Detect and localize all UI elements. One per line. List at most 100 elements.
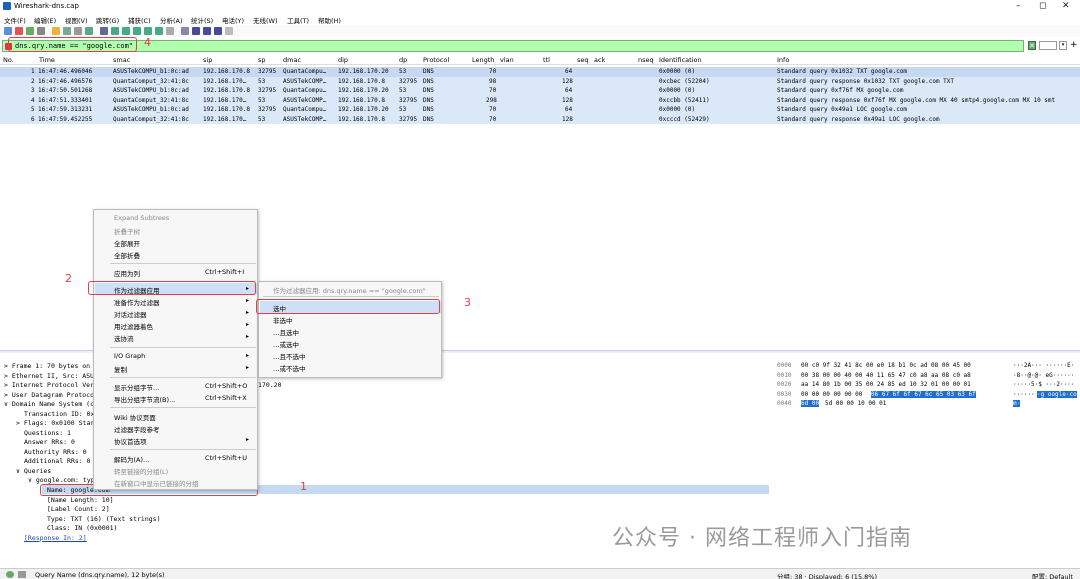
col-header-dmac[interactable]: dmac bbox=[283, 56, 301, 64]
menu-item-prepare-as-filter[interactable]: 准备作为过滤器 bbox=[114, 297, 160, 307]
save-file-icon[interactable] bbox=[63, 27, 71, 35]
capture-options-icon[interactable] bbox=[37, 27, 45, 35]
tree-item[interactable]: ∨ Domain Name System (c bbox=[4, 400, 94, 408]
menu-statistics[interactable]: 统计(S) bbox=[191, 15, 213, 25]
submenu-item-or-selected[interactable]: …或选中 bbox=[273, 339, 299, 349]
go-to-packet-icon[interactable] bbox=[133, 27, 141, 35]
display-filter-input[interactable]: dns.qry.name == "google.com" bbox=[2, 40, 1024, 52]
maximize-icon[interactable]: ◻ bbox=[1039, 1, 1046, 11]
tree-item[interactable]: Authority RRs: 0 bbox=[24, 448, 87, 456]
menu-item-filter-field-reference[interactable]: 过滤器字段参考 bbox=[114, 424, 160, 434]
col-header-smac[interactable]: smac bbox=[113, 56, 130, 64]
response-link[interactable]: [Response In: 2] bbox=[24, 534, 87, 542]
menu-telephony[interactable]: 电话(Y) bbox=[222, 15, 244, 25]
submenu-item-and-not-selected[interactable]: …且不选中 bbox=[273, 351, 306, 361]
menu-item-wiki-protocol-page[interactable]: Wiki 协议页面 bbox=[114, 412, 156, 422]
tree-item[interactable]: [Label Count: 2] bbox=[47, 505, 110, 513]
colorize-icon[interactable] bbox=[181, 27, 189, 35]
menu-item-export-packet-bytes[interactable]: 导出分组字节流(B)... bbox=[114, 394, 175, 404]
menu-item-show-packet-bytes[interactable]: 显示分组字节... bbox=[114, 382, 159, 392]
autoscroll-icon[interactable] bbox=[166, 27, 174, 35]
menu-item-collapse-subtrees[interactable]: 折叠子树 bbox=[114, 226, 140, 236]
packet-row[interactable]: 3 16:47:50.501268 ASUSTekCOMPU_b1:0c:ad … bbox=[0, 86, 1080, 96]
minimize-icon[interactable]: – bbox=[1016, 1, 1021, 11]
menu-item-apply-as-column[interactable]: 应用为列 bbox=[114, 268, 140, 278]
packet-row[interactable]: 6 16:47:59.452255 QuantaComput_32:41:8c … bbox=[0, 114, 1080, 124]
close-file-icon[interactable] bbox=[74, 27, 82, 35]
tree-item[interactable]: > Frame 1: 70 bytes on bbox=[4, 362, 90, 370]
menu-item-follow[interactable]: 选协流 bbox=[114, 333, 134, 343]
tree-item[interactable]: [Name Length: 10] bbox=[47, 496, 114, 504]
add-filter-button-icon[interactable]: + bbox=[1070, 40, 1078, 50]
col-header-vlan[interactable]: vlan bbox=[500, 56, 514, 64]
zoom-in-icon[interactable] bbox=[192, 27, 200, 35]
open-file-icon[interactable] bbox=[52, 27, 60, 35]
menu-view[interactable]: 视图(V) bbox=[65, 15, 88, 25]
normal-size-icon[interactable] bbox=[214, 27, 222, 35]
tree-item[interactable]: Type: TXT (16) (Text strings) bbox=[47, 515, 161, 523]
col-header-sip[interactable]: sip bbox=[203, 56, 212, 64]
zoom-out-icon[interactable] bbox=[203, 27, 211, 35]
col-header-sp[interactable]: sp bbox=[258, 56, 266, 64]
clear-filter-icon[interactable]: ✕ bbox=[1028, 41, 1036, 50]
shark-fin-start-icon[interactable] bbox=[4, 27, 12, 35]
tree-item[interactable]: Additional RRs: 0 bbox=[24, 457, 91, 465]
col-header-dp[interactable]: dp bbox=[399, 56, 407, 64]
tree-item[interactable]: > Internet Protocol Ver bbox=[4, 381, 94, 389]
tree-item[interactable]: > Ethernet II, Src: ASU bbox=[4, 372, 94, 380]
packet-row[interactable]: 5 16:47:59.313231 ASUSTekCOMPU_b1:0c:ad … bbox=[0, 105, 1080, 115]
col-header-ack[interactable]: ack bbox=[594, 56, 605, 64]
menu-capture[interactable]: 捕获(C) bbox=[128, 15, 151, 25]
col-header-protocol[interactable]: Protocol bbox=[423, 56, 449, 64]
last-packet-icon[interactable] bbox=[155, 27, 163, 35]
menu-item-copy[interactable]: 复制 bbox=[114, 364, 127, 374]
menu-tools[interactable]: 工具(T) bbox=[287, 15, 309, 25]
menu-go[interactable]: 跳转(G) bbox=[96, 15, 119, 25]
col-header-time[interactable]: Time bbox=[39, 56, 55, 64]
menu-item-colorize-with-filter[interactable]: 用过滤器着色 bbox=[114, 321, 153, 331]
col-header-nseq[interactable]: nseq bbox=[638, 56, 654, 64]
menu-item-go-to-linked-packet[interactable]: 转至链接的分组(L) bbox=[114, 466, 168, 476]
submenu-item-and-selected[interactable]: …且选中 bbox=[273, 327, 299, 337]
tree-item[interactable]: Transaction ID: 0x bbox=[24, 410, 94, 418]
first-packet-icon[interactable] bbox=[144, 27, 152, 35]
tree-item[interactable]: Class: IN (0x0001) bbox=[47, 524, 117, 532]
reload-icon[interactable] bbox=[85, 27, 93, 35]
tree-item[interactable]: ∨ Queries bbox=[16, 467, 51, 475]
menu-item-decode-as[interactable]: 解码为(A)... bbox=[114, 454, 149, 464]
submenu-item-or-not-selected[interactable]: …或不选中 bbox=[273, 363, 306, 373]
close-icon[interactable]: ✕ bbox=[1062, 1, 1070, 11]
col-header-identification[interactable]: Identification bbox=[659, 56, 702, 64]
menu-file[interactable]: 文件(F) bbox=[4, 15, 26, 25]
capture-comments-icon[interactable] bbox=[18, 571, 26, 578]
menu-item-collapse-all[interactable]: 全部折叠 bbox=[114, 250, 140, 260]
status-profile[interactable]: 配置: Default bbox=[1032, 571, 1073, 579]
submenu-item-not-selected[interactable]: 非选中 bbox=[273, 315, 293, 325]
go-back-icon[interactable] bbox=[111, 27, 119, 35]
find-packet-icon[interactable] bbox=[100, 27, 108, 35]
menu-help[interactable]: 帮助(H) bbox=[318, 15, 341, 25]
go-forward-icon[interactable] bbox=[122, 27, 130, 35]
resize-columns-icon[interactable] bbox=[225, 27, 233, 35]
menu-item-protocol-preferences[interactable]: 协议首选项 bbox=[114, 436, 147, 446]
apply-filter-button[interactable] bbox=[1039, 41, 1057, 50]
menu-item-show-linked-packet-new-window[interactable]: 在新窗口中显示已链接的分组 bbox=[114, 478, 199, 488]
tree-item[interactable]: Questions: 1 bbox=[24, 429, 71, 437]
menu-edit[interactable]: 编辑(E) bbox=[34, 15, 56, 25]
col-header-seq[interactable]: seq bbox=[577, 56, 589, 64]
col-header-no[interactable]: No. bbox=[3, 56, 14, 64]
packet-row[interactable]: 1 16:47:46.496046 ASUSTekCOMPU_b1:0c:ad … bbox=[0, 67, 1080, 77]
tree-item[interactable]: > Flags: 0x0100 Star bbox=[16, 419, 94, 427]
menu-item-conversation-filter[interactable]: 对话过滤器 bbox=[114, 309, 147, 319]
packet-row[interactable]: 2 16:47:46.496576 QuantaComput_32:41:8c … bbox=[0, 76, 1080, 86]
col-header-info[interactable]: Info bbox=[777, 56, 789, 64]
packet-row[interactable]: 4 16:47:51.333401 QuantaComput_32:41:8c … bbox=[0, 95, 1080, 105]
menu-item-io-graph[interactable]: I/O Graph bbox=[114, 352, 145, 360]
filter-dropdown-icon[interactable]: ▾ bbox=[1059, 41, 1067, 50]
menu-analyze[interactable]: 分析(A) bbox=[160, 15, 183, 25]
menu-item-expand-subtrees[interactable]: Expand Subtrees bbox=[114, 214, 169, 222]
stop-capture-icon[interactable] bbox=[15, 27, 23, 35]
menu-item-expand-all[interactable]: 全部展开 bbox=[114, 238, 140, 248]
tree-item[interactable]: Answer RRs: 0 bbox=[24, 438, 75, 446]
tree-item[interactable]: ∨ google.com: typ bbox=[28, 476, 95, 484]
